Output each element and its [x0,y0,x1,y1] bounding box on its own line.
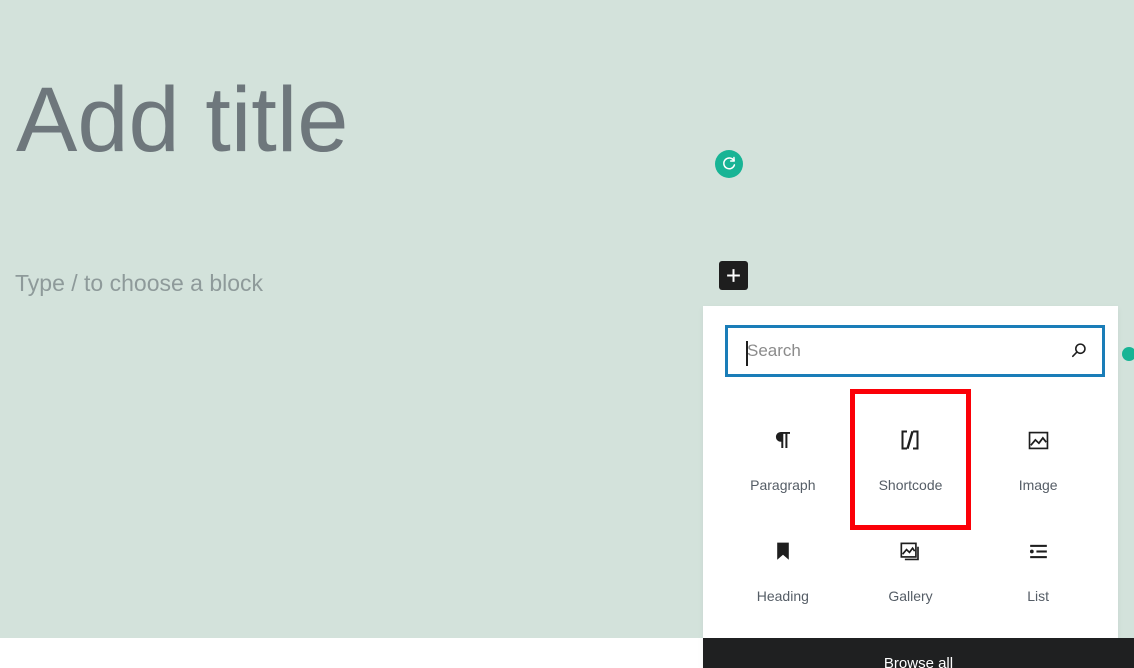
block-item-list[interactable]: List [974,514,1102,625]
post-title-placeholder[interactable]: Add title [16,74,348,166]
block-type-grid: Paragraph Shortcode Image Heading Galler… [719,389,1102,625]
block-label: Gallery [888,588,933,604]
status-dot [1122,347,1134,361]
empty-block-placeholder[interactable]: Type / to choose a block [15,268,263,298]
redo-icon [720,155,738,173]
browse-all-button[interactable]: Browse all [703,638,1134,668]
search-icon [1068,340,1090,362]
heading-bookmark-icon [771,536,795,566]
inserter-search-row [725,325,1105,377]
gallery-icon [898,536,923,566]
shortcode-icon [897,425,923,455]
block-item-heading[interactable]: Heading [719,514,847,625]
block-label: Heading [756,588,809,604]
block-item-image[interactable]: Image [974,403,1102,514]
block-label: Shortcode [878,477,943,493]
block-item-paragraph[interactable]: Paragraph [719,403,847,514]
search-button[interactable] [1056,328,1102,374]
plus-icon [725,267,742,284]
list-icon [1026,536,1051,566]
image-icon [1026,425,1051,455]
add-block-button[interactable] [719,261,748,290]
search-input[interactable] [728,328,1056,374]
block-item-gallery[interactable]: Gallery [847,514,975,625]
block-inserter-popover: Paragraph Shortcode Image [703,306,1118,668]
browse-all-label: Browse all [883,655,954,668]
search-field-wrapper[interactable] [725,325,1105,377]
text-caret [746,341,748,366]
block-label: Paragraph [750,477,816,493]
block-label: Image [1018,477,1058,493]
pilcrow-icon [771,425,795,455]
redo-icon-badge[interactable] [715,150,743,178]
block-label: List [1027,588,1050,604]
block-item-shortcode[interactable]: Shortcode [847,389,975,530]
